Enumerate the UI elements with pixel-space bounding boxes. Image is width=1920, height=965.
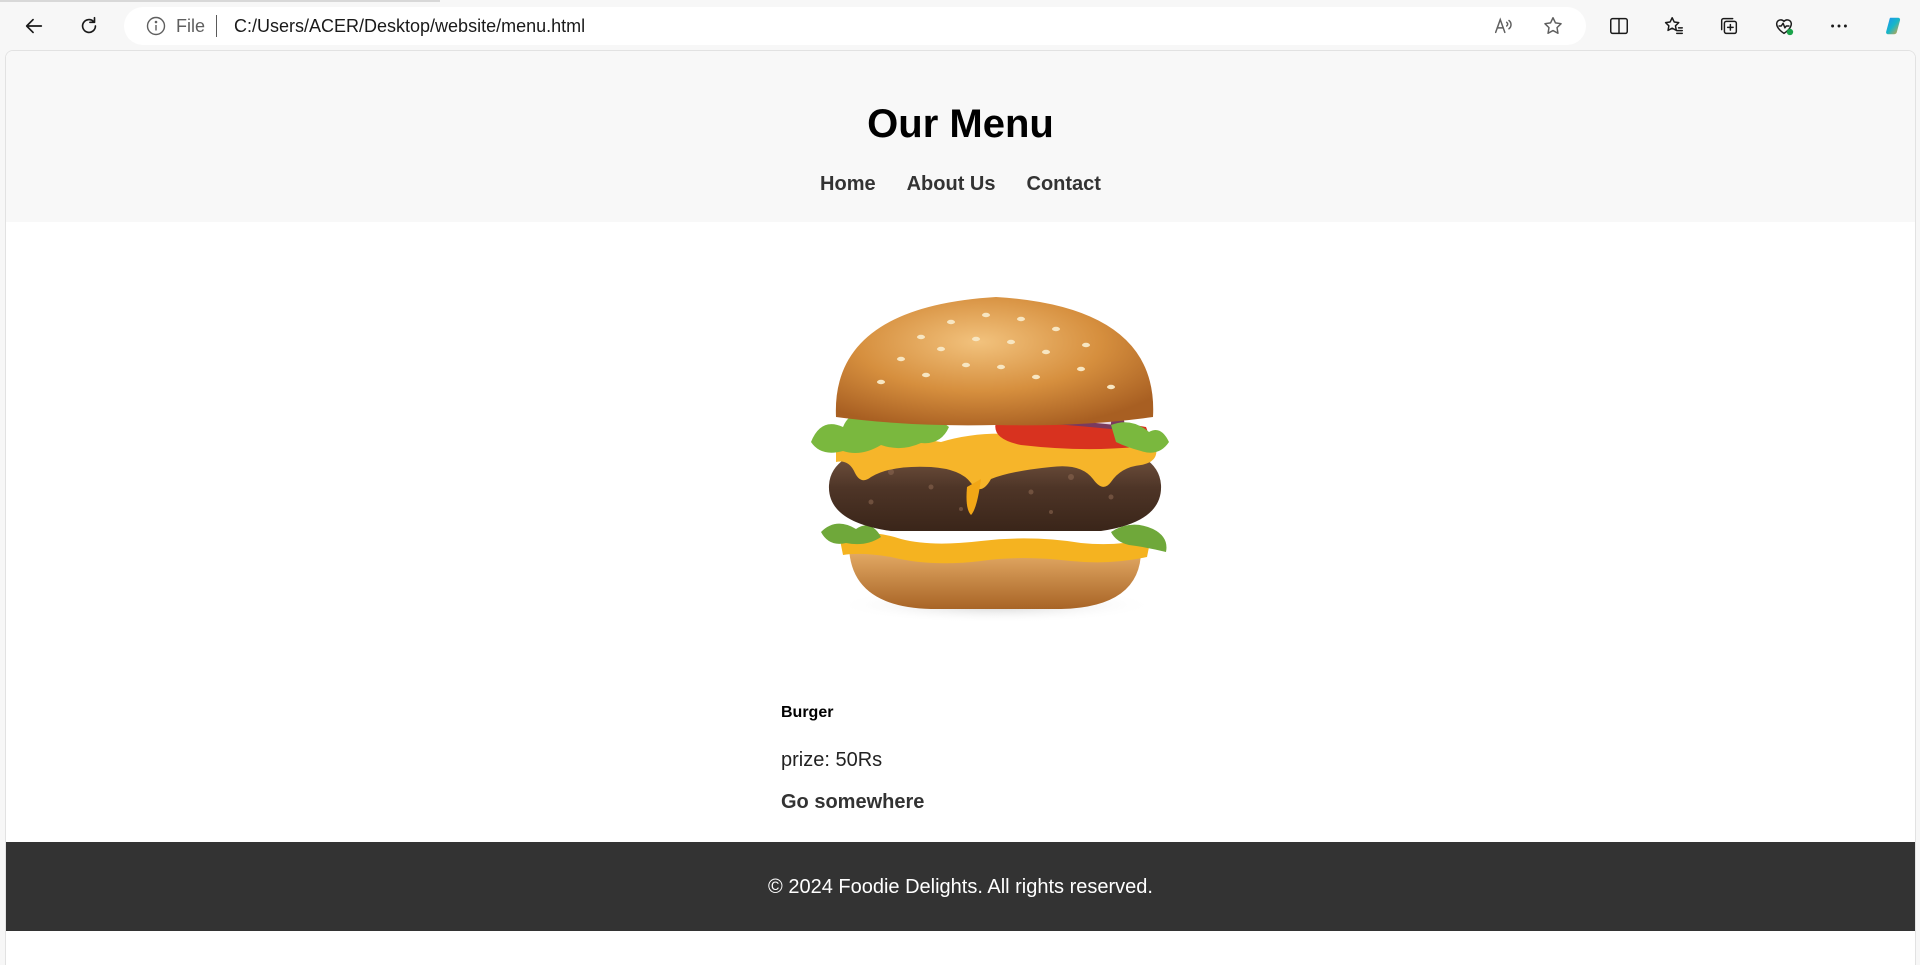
url-text[interactable]: C:/Users/ACER/Desktop/website/menu.html xyxy=(234,16,585,36)
go-somewhere-link[interactable]: Go somewhere xyxy=(781,790,924,814)
menu-item-card: Burger prize: 50Rs Go somewhere xyxy=(781,247,1206,814)
back-icon xyxy=(25,18,43,34)
refresh-button[interactable] xyxy=(71,8,107,44)
split-screen-button[interactable] xyxy=(1601,8,1637,44)
item-price: prize: 50Rs xyxy=(781,749,883,771)
browser-essentials-icon xyxy=(1775,19,1794,36)
file-scheme-label: File xyxy=(176,16,206,36)
favorite-star-icon[interactable] xyxy=(1541,14,1565,38)
favorites-button[interactable] xyxy=(1656,8,1692,44)
burger-image xyxy=(781,247,1204,670)
more-icon xyxy=(1831,24,1847,28)
page-title: Our Menu xyxy=(867,102,1054,146)
back-button[interactable] xyxy=(16,8,52,44)
info-icon[interactable] xyxy=(146,16,166,36)
main-nav: Home About Us Contact xyxy=(6,172,1915,196)
site-footer: © 2024 Foodie Delights. All rights reser… xyxy=(6,842,1915,931)
split-screen-icon xyxy=(1610,17,1628,35)
favorites-icon xyxy=(1664,17,1683,35)
read-aloud-icon[interactable] xyxy=(1491,14,1515,38)
site-header: Our Menu Home About Us Contact xyxy=(6,51,1915,222)
page-viewport: Our Menu Home About Us Contact Burger pr… xyxy=(5,50,1916,965)
address-bar[interactable]: File C:/Users/ACER/Desktop/website/menu.… xyxy=(124,7,1586,45)
item-name: Burger xyxy=(781,704,834,721)
refresh-icon xyxy=(81,16,97,34)
loading-bar xyxy=(0,0,440,2)
copilot-icon xyxy=(1886,17,1901,35)
collections-button[interactable] xyxy=(1711,8,1747,44)
browser-essentials-button[interactable] xyxy=(1766,8,1802,44)
nav-home-link[interactable]: Home xyxy=(820,172,876,196)
copilot-button[interactable] xyxy=(1876,8,1912,44)
address-separator xyxy=(216,15,217,37)
more-button[interactable] xyxy=(1821,8,1857,44)
collections-icon xyxy=(1720,17,1738,35)
browser-toolbar: File C:/Users/ACER/Desktop/website/menu.… xyxy=(0,0,1920,50)
footer-copyright: © 2024 Foodie Delights. All rights reser… xyxy=(768,875,1153,898)
nav-contact-link[interactable]: Contact xyxy=(1027,172,1101,196)
nav-about-link[interactable]: About Us xyxy=(907,172,996,196)
